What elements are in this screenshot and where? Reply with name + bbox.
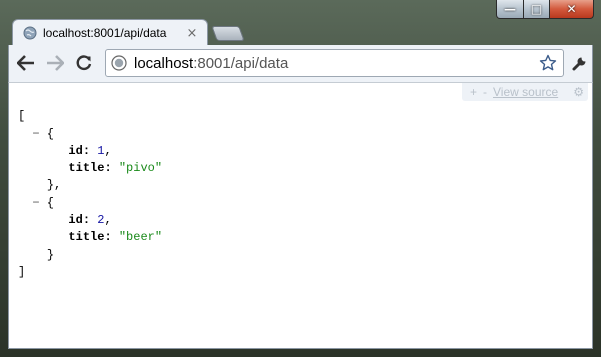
star-icon[interactable] <box>539 54 557 72</box>
forward-button[interactable] <box>44 52 66 74</box>
url-host: localhost <box>134 54 194 72</box>
collapse-toggle[interactable]: − <box>32 127 39 141</box>
json-string: "beer" <box>118 230 163 245</box>
maximize-icon: □ <box>530 2 543 16</box>
settings-wrench-button[interactable] <box>569 52 591 74</box>
json-object-close: }, <box>46 178 62 193</box>
json-viewer-controls: + - View source ⚙ <box>462 83 588 101</box>
minimize-button[interactable]: — <box>496 0 524 19</box>
page-content: + - View source ⚙ [ − { id: 1, title: "p… <box>8 82 593 349</box>
expand-all-button[interactable]: + <box>470 85 477 99</box>
wrench-icon <box>572 57 586 71</box>
json-key: id <box>68 143 83 158</box>
address-bar[interactable]: localhost:8001/api/data <box>105 49 564 77</box>
json-object-open: − { <box>32 195 55 210</box>
globe-icon <box>111 55 127 71</box>
json-line-title: title: "pivo" <box>68 161 163 176</box>
collapse-all-button[interactable]: - <box>483 85 487 99</box>
back-button[interactable] <box>15 52 37 74</box>
minimize-icon: — <box>504 2 516 16</box>
back-arrow-icon <box>17 55 34 71</box>
json-key: title <box>68 161 105 176</box>
toolbar: localhost:8001/api/data <box>8 45 593 82</box>
json-number: 2 <box>97 213 105 228</box>
gear-icon[interactable]: ⚙ <box>573 85 584 99</box>
url-path: :8001/api/data <box>193 54 289 72</box>
json-string: "pivo" <box>118 161 163 176</box>
reload-icon <box>76 55 92 71</box>
json-number: 1 <box>97 143 105 158</box>
view-source-link[interactable]: View source <box>493 85 558 99</box>
forward-arrow-icon <box>47 55 64 71</box>
close-icon: ✕ <box>566 2 577 16</box>
json-close-bracket: ] <box>18 264 26 279</box>
json-line-id: id: 1, <box>68 143 112 158</box>
json-key: title <box>68 230 105 245</box>
globe-icon <box>23 26 37 40</box>
collapse-toggle[interactable]: − <box>32 196 39 210</box>
json-viewer: [ − { id: 1, title: "pivo" }, − { id: 2,… <box>18 91 162 316</box>
reload-button[interactable] <box>73 52 95 74</box>
tab-active[interactable]: localhost:8001/api/data × <box>12 19 208 46</box>
json-key: id <box>68 213 83 228</box>
tab-close-button[interactable]: × <box>185 26 199 41</box>
json-object-close: } <box>46 247 55 262</box>
tab-title: localhost:8001/api/data <box>43 26 167 40</box>
json-line-id: id: 2, <box>68 213 112 228</box>
window-controls: — □ ✕ <box>496 0 594 20</box>
json-open-bracket: [ <box>18 109 26 124</box>
new-tab-button[interactable] <box>211 26 245 41</box>
json-object-open: − { <box>32 126 55 141</box>
close-window-button[interactable]: ✕ <box>550 0 594 19</box>
maximize-button[interactable]: □ <box>524 0 550 19</box>
json-line-title: title: "beer" <box>68 230 163 245</box>
url-text: localhost:8001/api/data <box>134 55 539 72</box>
